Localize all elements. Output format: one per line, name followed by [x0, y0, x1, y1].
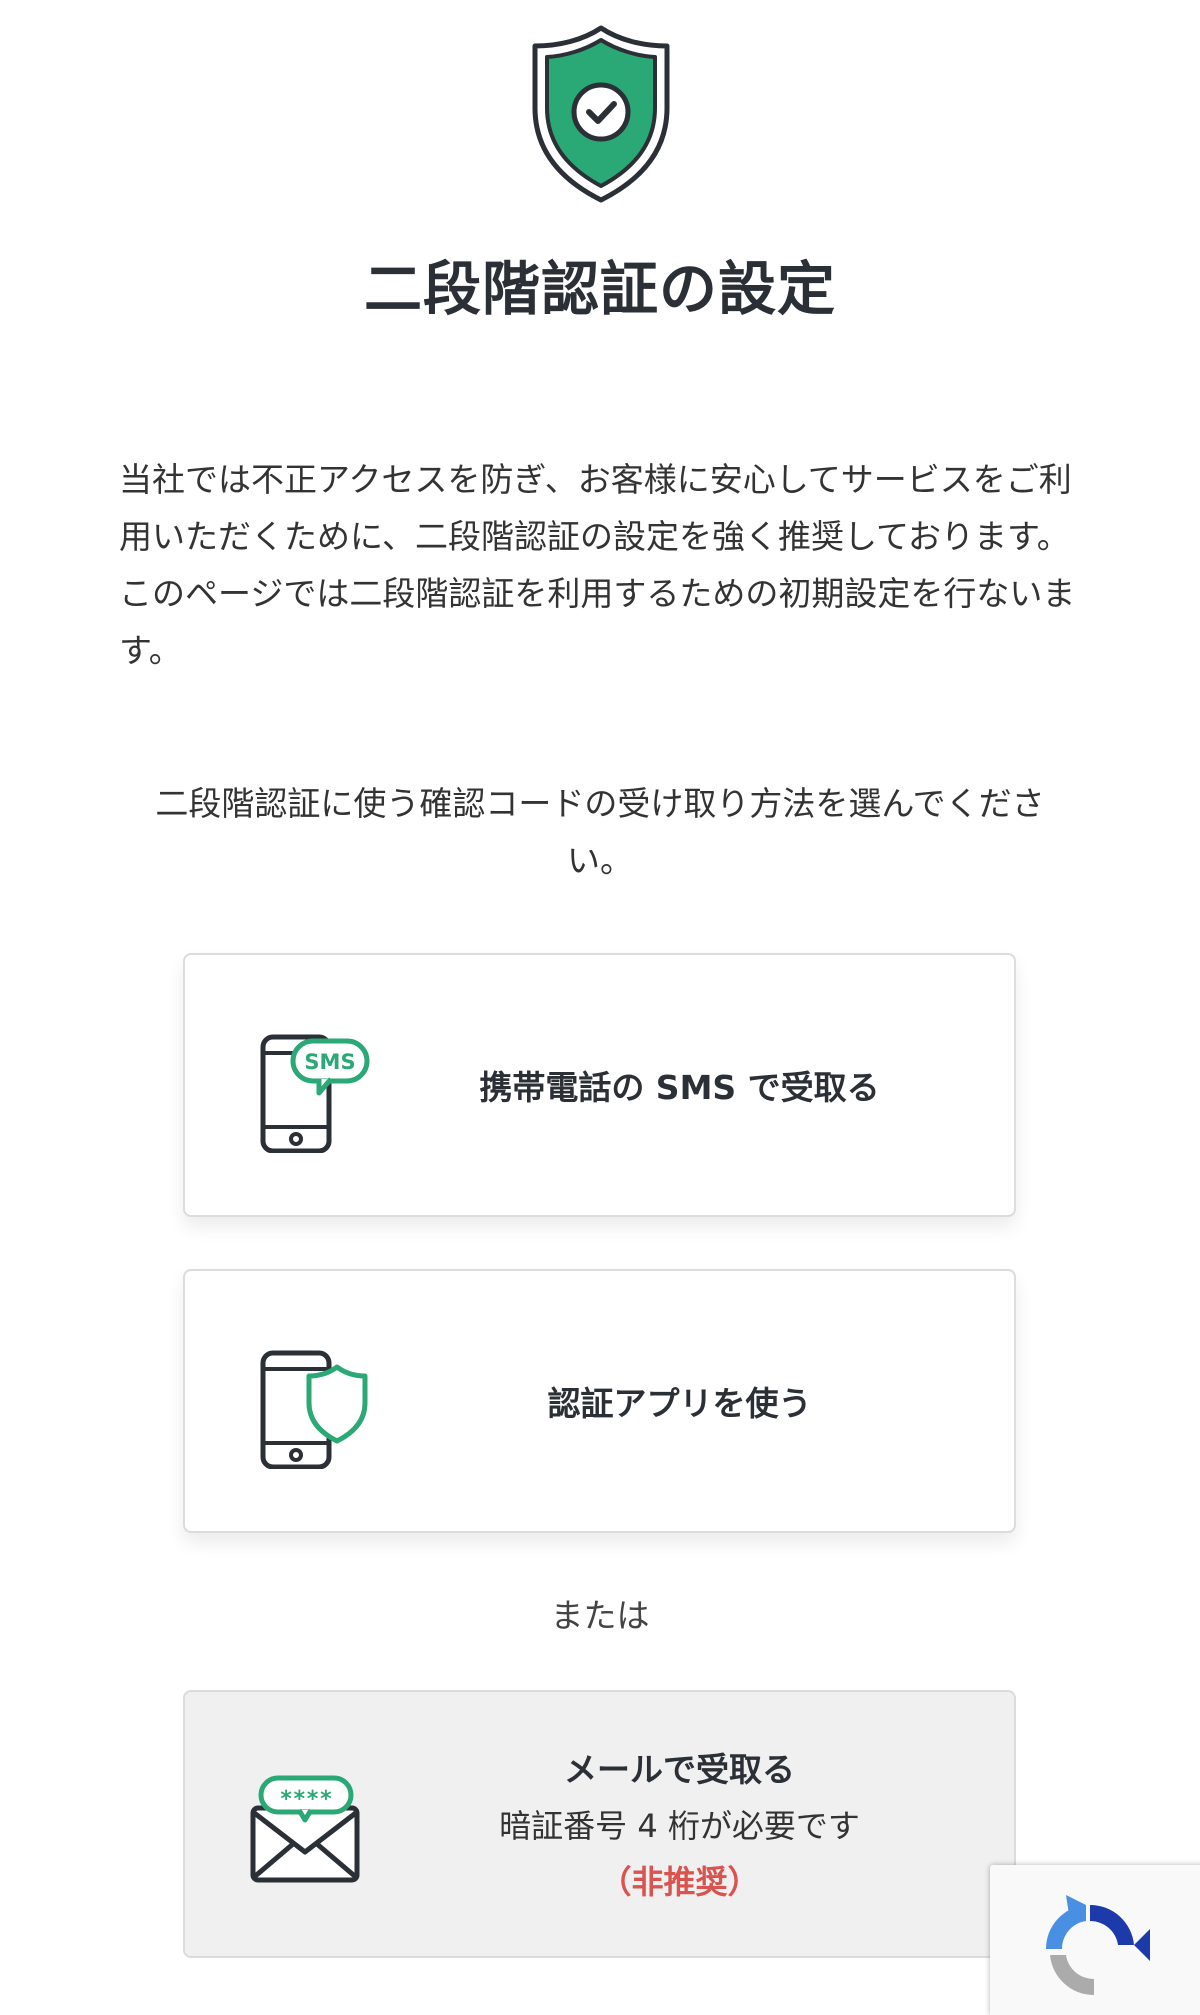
not-recommended-badge: （非推奨）: [599, 1863, 760, 1901]
email-option-note: 暗証番号 4 桁が必要です: [499, 1807, 860, 1845]
auth-app-option-label: 認証アプリを使う: [547, 1384, 812, 1423]
sms-option-label: 携帯電話の SMS で受取る: [479, 1068, 880, 1107]
recaptcha-icon: [1045, 1895, 1150, 1996]
shield-check-icon: [525, 22, 677, 207]
or-separator: または: [550, 1596, 650, 1635]
phone-shield-icon: [257, 1339, 377, 1470]
email-option-label: メールで受取る: [564, 1750, 795, 1789]
choose-method-prompt: 二段階認証に使う確認コードの受け取り方法を選んでください。: [155, 784, 1045, 880]
envelope-icon: ****: [245, 1774, 365, 1884]
sms-badge-text: SMS: [304, 1050, 355, 1074]
recaptcha-badge[interactable]: [990, 1865, 1200, 2015]
page-title: 二段階認証の設定: [363, 255, 836, 323]
code-mask-text: ****: [280, 1787, 333, 1812]
sms-option-button[interactable]: SMS 携帯電話の SMS で受取る: [183, 953, 1016, 1217]
auth-app-option-button[interactable]: 認証アプリを使う: [183, 1269, 1016, 1533]
intro-text: 当社では不正アクセスを防ぎ、お客様に安心してサービスをご利用いただくために、二段…: [119, 460, 1076, 670]
phone-sms-icon: SMS: [257, 1023, 377, 1154]
email-option-button[interactable]: **** メールで受取る 暗証番号 4 桁が必要です （非推奨）: [183, 1690, 1016, 1958]
